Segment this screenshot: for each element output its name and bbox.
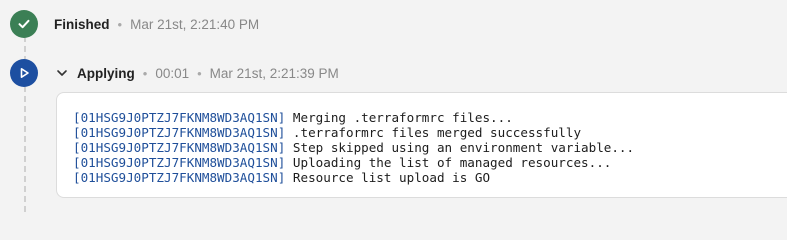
applying-duration: 00:01 (155, 65, 190, 81)
finished-timestamp: Mar 21st, 2:21:40 PM (130, 16, 260, 32)
finished-status-label: Finished (54, 16, 110, 32)
log-run-id: [01HSG9J0PTZJ7FKNM8WD3AQ1SN] (73, 155, 286, 170)
log-line: [01HSG9J0PTZJ7FKNM8WD3AQ1SN] Resource li… (73, 170, 787, 185)
log-line: [01HSG9J0PTZJ7FKNM8WD3AQ1SN] Step skippe… (73, 140, 787, 155)
log-run-id: [01HSG9J0PTZJ7FKNM8WD3AQ1SN] (73, 170, 286, 185)
log-message: Step skipped using an environment variab… (292, 140, 635, 155)
log-message: .terraformrc files merged successfully (292, 125, 582, 140)
log-message: Merging .terraformrc files... (292, 110, 513, 125)
separator-dot: • (117, 16, 123, 32)
separator-dot: • (197, 65, 202, 81)
log-message: Resource list upload is GO (292, 170, 491, 185)
log-run-id: [01HSG9J0PTZJ7FKNM8WD3AQ1SN] (73, 110, 286, 125)
log-message: Uploading the list of managed resources.… (292, 155, 612, 170)
play-icon (10, 59, 38, 87)
finished-step-row: Finished • Mar 21st, 2:21:40 PM (54, 14, 259, 34)
run-timeline: Finished • Mar 21st, 2:21:40 PM Applying… (0, 0, 787, 212)
log-output: [01HSG9J0PTZJ7FKNM8WD3AQ1SN] Merging .te… (56, 92, 787, 198)
separator-dot: • (142, 65, 148, 81)
applying-timestamp: Mar 21st, 2:21:39 PM (209, 65, 339, 81)
applying-status-label: Applying (77, 65, 135, 81)
applying-step-row[interactable]: Applying • 00:01 • Mar 21st, 2:21:39 PM (56, 63, 339, 83)
check-icon (10, 10, 38, 38)
log-run-id: [01HSG9J0PTZJ7FKNM8WD3AQ1SN] (73, 140, 286, 155)
log-run-id: [01HSG9J0PTZJ7FKNM8WD3AQ1SN] (73, 125, 286, 140)
log-line: [01HSG9J0PTZJ7FKNM8WD3AQ1SN] .terraformr… (73, 125, 787, 140)
log-line: [01HSG9J0PTZJ7FKNM8WD3AQ1SN] Uploading t… (73, 155, 787, 170)
log-line: [01HSG9J0PTZJ7FKNM8WD3AQ1SN] Merging .te… (73, 110, 787, 125)
chevron-down-icon[interactable] (56, 67, 68, 79)
